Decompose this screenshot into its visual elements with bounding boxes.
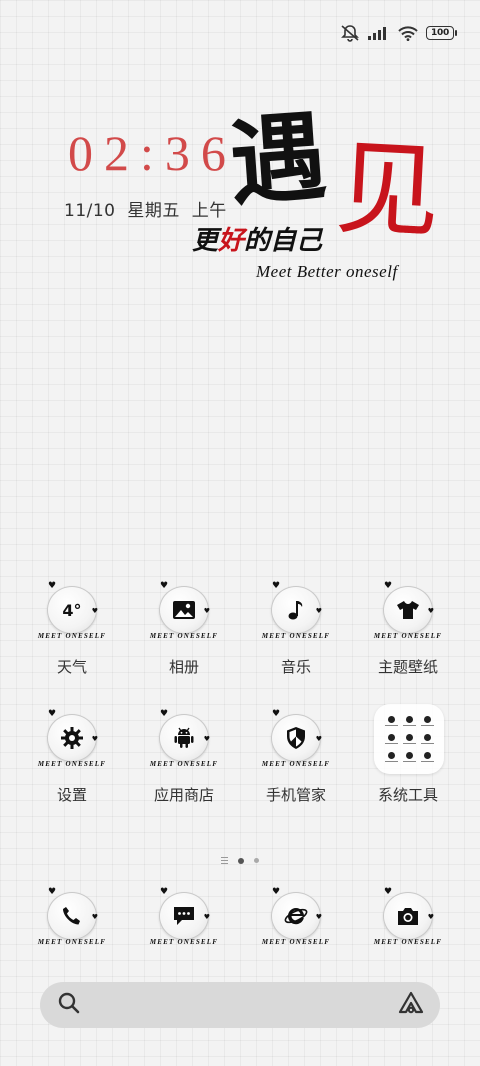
folder-mini-app <box>383 713 399 729</box>
icon-wordmark: MEET ONESELF <box>149 632 219 640</box>
heart-icon: ♥ <box>272 581 281 591</box>
search-bar[interactable] <box>40 982 440 1028</box>
app-themes[interactable]: ♥ ♥ MEET ONESELF 主题壁纸 <box>352 582 464 690</box>
icon-wordmark: MEET ONESELF <box>149 760 219 768</box>
heart-icon: ♥ <box>203 913 210 921</box>
icon-wordmark: MEET ONESELF <box>149 938 219 946</box>
wifi-icon <box>398 25 418 41</box>
gallery-icon <box>159 586 209 634</box>
icon-wordmark: MEET ONESELF <box>373 632 443 640</box>
icon-wordmark: MEET ONESELF <box>37 938 107 946</box>
heart-icon: ♥ <box>160 887 169 897</box>
folder-mini-app <box>419 713 435 729</box>
weather-temp: 4° <box>62 600 82 620</box>
heart-icon: ♥ <box>91 913 98 921</box>
heart-icon: ♥ <box>203 607 210 615</box>
app-label: 应用商店 <box>153 786 214 804</box>
app-music[interactable]: ♥ ♥ MEET ONESELF 音乐 <box>240 582 352 690</box>
signal-icon <box>368 26 390 40</box>
folder-mini-app <box>383 749 399 765</box>
app-weather[interactable]: ♥ 4° ♥ MEET ONESELF 天气 <box>16 582 128 690</box>
folder-mini-app <box>383 731 399 747</box>
app-label: 音乐 <box>280 658 311 676</box>
english-tagline: Meet Better oneself <box>256 262 398 281</box>
heart-icon: ♥ <box>427 913 434 921</box>
heart-icon: ♥ <box>203 735 210 743</box>
app-settings[interactable]: ♥ ♥ MEET ONESELF 设置 <box>16 710 128 818</box>
page-dot-active[interactable] <box>238 857 244 864</box>
heart-icon: ♥ <box>160 709 169 719</box>
art-title-char-2: 见 <box>332 126 444 254</box>
messages-icon <box>159 892 209 940</box>
heart-icon: ♥ <box>91 735 98 743</box>
icon-wordmark: MEET ONESELF <box>37 760 107 768</box>
heart-icon: ♥ <box>48 581 57 591</box>
dock-phone[interactable]: ♥ ♥ MEET ONESELF <box>16 888 128 996</box>
heart-icon: ♥ <box>384 887 393 897</box>
app-label: 手机管家 <box>265 786 326 804</box>
icon-wordmark: MEET ONESELF <box>37 632 107 640</box>
page-menu-icon[interactable] <box>221 857 228 864</box>
folder-mini-app <box>419 749 435 765</box>
slogan-part-1: 更 <box>192 226 219 256</box>
app-label: 主题壁纸 <box>377 658 438 676</box>
heart-icon: ♥ <box>315 913 322 921</box>
heart-icon: ♥ <box>315 735 322 743</box>
music-icon <box>271 586 321 634</box>
theme-shirt-icon <box>383 586 433 634</box>
assistant-icon[interactable] <box>398 991 424 1019</box>
mute-bell-icon <box>340 24 360 42</box>
art-title-char-1: 遇 <box>226 99 330 220</box>
heart-icon: ♥ <box>315 607 322 615</box>
icon-wordmark: MEET ONESELF <box>261 760 331 768</box>
page-dot[interactable] <box>254 858 259 863</box>
heart-icon: ♥ <box>272 887 281 897</box>
app-store[interactable]: ♥ ♥ MEET ONESELF 应用商店 <box>128 710 240 818</box>
calligraphy-art-widget: 遇 见 更好的自己 Meet Better oneself <box>186 99 456 296</box>
search-icon[interactable] <box>58 992 80 1018</box>
app-label: 系统工具 <box>377 786 438 804</box>
heart-icon: ♥ <box>160 581 169 591</box>
app-label: 设置 <box>56 786 87 804</box>
slogan-part-red: 好 <box>218 226 245 256</box>
heart-icon: ♥ <box>272 709 281 719</box>
icon-wordmark: MEET ONESELF <box>261 938 331 946</box>
battery-icon: 100 <box>426 26 457 40</box>
folder-mini-app <box>401 713 417 729</box>
browser-icon <box>271 892 321 940</box>
dock-messages[interactable]: ♥ ♥ MEET ONESELF <box>128 888 240 996</box>
heart-icon: ♥ <box>384 581 393 591</box>
folder-icon[interactable] <box>374 704 444 774</box>
icon-wordmark: MEET ONESELF <box>373 938 443 946</box>
camera-icon <box>383 892 433 940</box>
phone-icon <box>47 892 97 940</box>
weather-icon: 4° <box>47 586 97 634</box>
heart-icon: ♥ <box>48 887 57 897</box>
status-bar: 100 <box>340 22 457 44</box>
settings-gear-icon <box>47 714 97 762</box>
folder-mini-app <box>401 731 417 747</box>
heart-icon: ♥ <box>48 709 57 719</box>
app-gallery[interactable]: ♥ ♥ MEET ONESELF 相册 <box>128 582 240 690</box>
art-slogan: 更好的自己 <box>192 228 322 254</box>
android-store-icon <box>159 714 209 762</box>
page-indicator[interactable] <box>0 857 480 864</box>
heart-icon: ♥ <box>91 607 98 615</box>
app-label: 天气 <box>56 658 87 676</box>
battery-level: 100 <box>431 28 449 38</box>
slogan-part-2: 的自己 <box>244 226 323 256</box>
app-label: 相册 <box>168 658 199 676</box>
folder-mini-app <box>419 731 435 747</box>
heart-icon: ♥ <box>427 607 434 615</box>
dock-browser[interactable]: ♥ ♥ MEET ONESELF <box>240 888 352 996</box>
dock-camera[interactable]: ♥ ♥ MEET ONESELF <box>352 888 464 996</box>
security-shield-icon <box>271 714 321 762</box>
app-phone-manager[interactable]: ♥ ♥ MEET ONESELF 手机管家 <box>240 710 352 818</box>
icon-wordmark: MEET ONESELF <box>261 632 331 640</box>
folder-mini-app <box>401 749 417 765</box>
